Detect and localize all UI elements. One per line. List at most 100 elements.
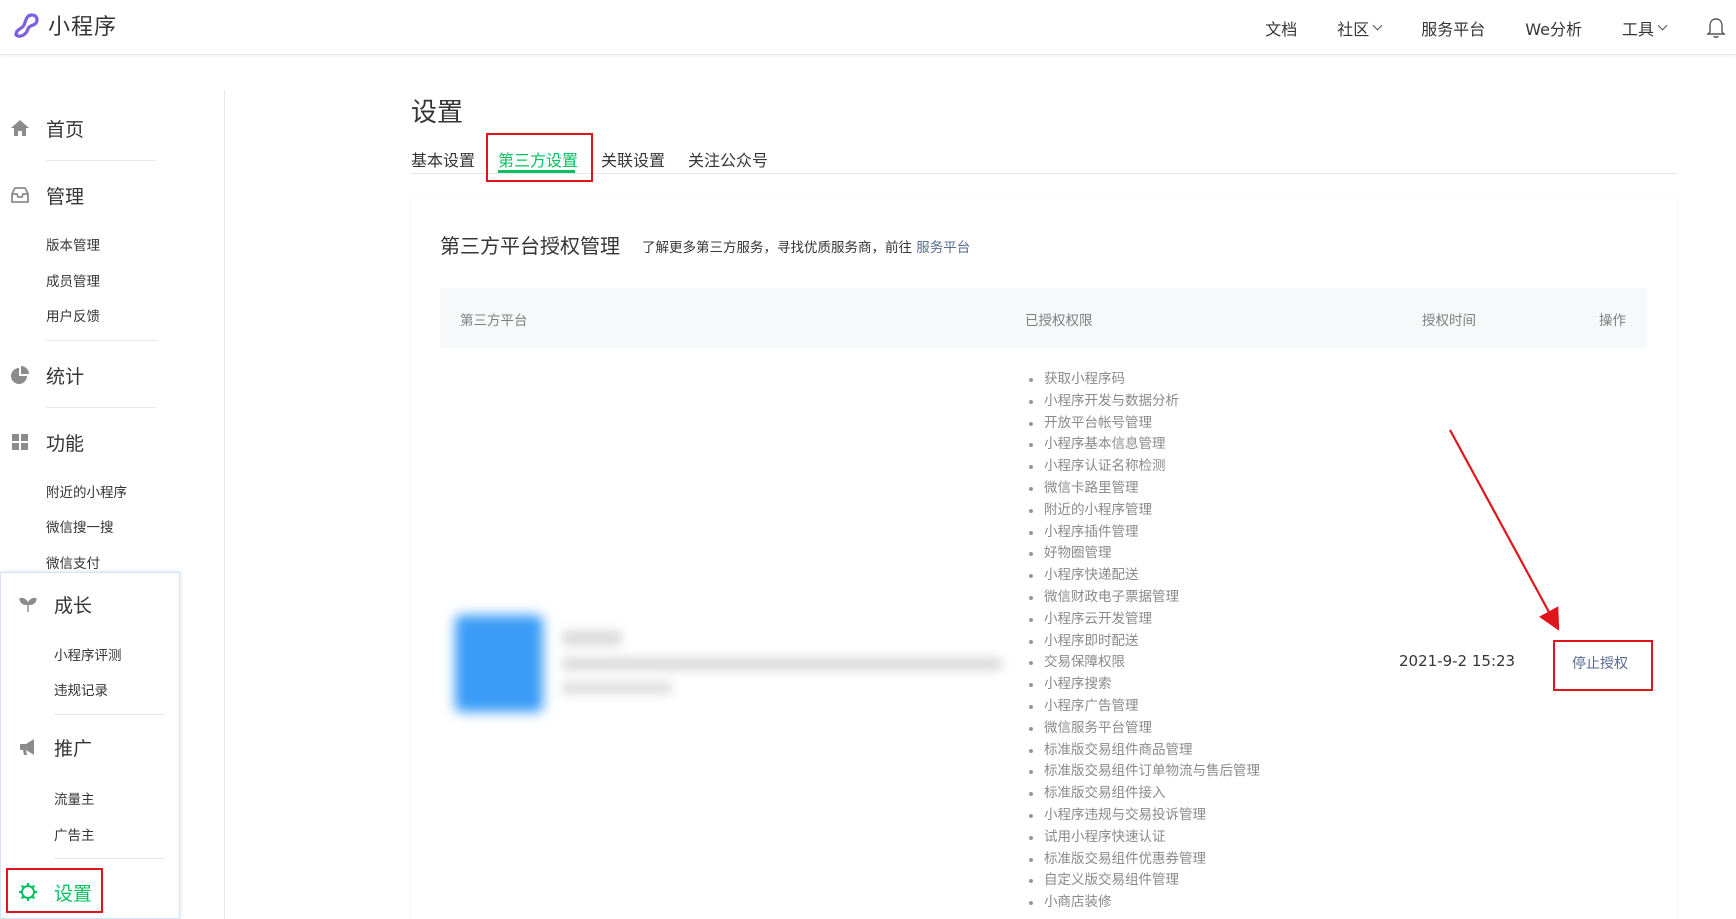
list-item: 小程序基本信息管理 — [1026, 434, 1260, 456]
th-auth-time: 授权时间 — [1422, 313, 1476, 329]
nav-tools[interactable]: 工具 — [1621, 16, 1668, 40]
list-item: 微信卡路里管理 — [1026, 478, 1260, 500]
nav-community[interactable]: 社区 — [1337, 16, 1383, 40]
sidebar-item-search[interactable]: 微信搜一搜 — [46, 516, 114, 536]
tab-basic-settings[interactable]: 基本设置 — [411, 147, 475, 171]
sidebar-item-label: 首页 — [46, 118, 85, 141]
list-item: 小程序搜索 — [1026, 674, 1260, 696]
list-item: 交易保障权限 — [1026, 652, 1260, 674]
nav-tools-label: 工具 — [1621, 19, 1654, 39]
top-bar: 小程序 文档 社区 服务平台 We分析 工具 — [0, 0, 1736, 55]
list-item: 小程序即时配送 — [1026, 631, 1260, 653]
sidebar-item-label: 推广 — [54, 737, 93, 760]
list-item: 小程序广告管理 — [1026, 696, 1260, 718]
list-item: 自定义版交易组件管理 — [1026, 870, 1260, 892]
list-item: 小商店装修 — [1026, 892, 1260, 914]
list-item: 小程序插件管理 — [1026, 522, 1260, 544]
divider — [46, 407, 156, 408]
sidebar-item-label: 统计 — [46, 365, 85, 388]
app-desc-blurred — [562, 657, 1002, 671]
megaphone-icon — [20, 739, 34, 755]
list-item: 标准版交易组件优惠券管理 — [1026, 849, 1260, 871]
grid-icon — [12, 434, 28, 450]
list-item: 微信服务平台管理 — [1026, 718, 1260, 740]
sidebar-item-traffic-owner[interactable]: 流量主 — [54, 788, 95, 808]
list-item: 标准版交易组件接入 — [1026, 783, 1260, 805]
sidebar-item-label: 成长 — [54, 594, 93, 617]
annotation-box-settings — [6, 868, 103, 913]
divider — [54, 858, 164, 859]
sidebar-item-growth[interactable]: 成长 — [0, 589, 225, 619]
top-nav: 文档 社区 服务平台 We分析 工具 — [1265, 0, 1736, 55]
sidebar-item-advertiser[interactable]: 广告主 — [54, 824, 95, 844]
divider — [54, 714, 164, 715]
app-name: 小程序 — [48, 15, 118, 40]
auth-time: 2021-9-2 15:23 — [1399, 652, 1516, 670]
sidebar-divider — [224, 90, 225, 919]
list-item: 附近的小程序管理 — [1026, 500, 1260, 522]
sidebar-item-label: 功能 — [46, 432, 85, 455]
sidebar-item-members[interactable]: 成员管理 — [46, 270, 100, 290]
list-item: 小程序违规与交易投诉管理 — [1026, 805, 1260, 827]
annotation-box-tab — [486, 133, 593, 182]
card-description: 了解更多第三方服务，寻找优质服务商，前往 服务平台 — [642, 236, 970, 256]
th-platform: 第三方平台 — [460, 313, 528, 329]
nav-we-label: We分析 — [1525, 19, 1582, 39]
list-item: 标准版交易组件订单物流与售后管理 — [1026, 761, 1260, 783]
annotation-arrow — [1449, 429, 1560, 631]
miniprogram-logo-icon — [14, 13, 39, 38]
list-item: 获取小程序码 — [1026, 369, 1260, 391]
sidebar-item-violations[interactable]: 违规记录 — [54, 679, 108, 699]
tab-link-settings[interactable]: 关联设置 — [601, 147, 665, 171]
nav-service-platform[interactable]: 服务平台 — [1421, 16, 1485, 40]
tab-bar: 基本设置 第三方设置 关联设置 关注公众号 — [411, 140, 1677, 174]
sidebar-item-promote[interactable]: 推广 — [0, 732, 225, 762]
page-title: 设置 — [411, 98, 464, 128]
annotation-box-action — [1553, 640, 1653, 691]
sidebar-item-home[interactable]: 首页 — [0, 113, 225, 143]
sprout-icon — [19, 597, 37, 612]
pie-chart-icon — [11, 366, 29, 384]
th-permissions: 已授权权限 — [1025, 313, 1093, 329]
nav-docs-label: 文档 — [1265, 19, 1298, 39]
list-item: 小程序开发与数据分析 — [1026, 391, 1260, 413]
bell-icon[interactable] — [1706, 17, 1726, 39]
nav-service-label: 服务平台 — [1421, 19, 1486, 39]
divider — [46, 340, 156, 341]
app-name-blurred — [562, 630, 622, 646]
table-header: 第三方平台 已授权权限 授权时间 操作 — [440, 288, 1647, 348]
nav-docs[interactable]: 文档 — [1265, 16, 1297, 40]
sidebar-item-feedback[interactable]: 用户反馈 — [46, 305, 100, 325]
permission-list: 获取小程序码 小程序开发与数据分析 开放平台帐号管理 小程序基本信息管理 小程序… — [1026, 369, 1260, 914]
sidebar-item-review[interactable]: 小程序评测 — [54, 644, 122, 664]
divider — [46, 160, 156, 161]
sidebar-item-features[interactable]: 功能 — [0, 427, 225, 457]
service-platform-link[interactable]: 服务平台 — [916, 240, 970, 256]
list-item: 小程序快递配送 — [1026, 565, 1260, 587]
chevron-down-icon — [1657, 20, 1668, 31]
tab-follow-official-account[interactable]: 关注公众号 — [688, 147, 768, 171]
card-desc-text: 了解更多第三方服务，寻找优质服务商，前往 — [642, 240, 912, 256]
home-icon — [11, 120, 29, 136]
list-item: 微信财政电子票据管理 — [1026, 587, 1260, 609]
nav-we-analysis[interactable]: We分析 — [1525, 16, 1582, 40]
list-item: 小程序云开发管理 — [1026, 609, 1260, 631]
list-item: 开放平台帐号管理 — [1026, 413, 1260, 435]
sidebar-item-manage[interactable]: 管理 — [0, 180, 225, 210]
list-item: 好物圈管理 — [1026, 543, 1260, 565]
chevron-down-icon — [1372, 20, 1383, 31]
sidebar-item-nearby[interactable]: 附近的小程序 — [46, 481, 127, 501]
app-desc-blurred — [562, 682, 672, 694]
sidebar-item-label: 管理 — [46, 185, 85, 208]
list-item: 小程序认证名称检测 — [1026, 456, 1260, 478]
sidebar-item-version[interactable]: 版本管理 — [46, 234, 100, 254]
logo[interactable]: 小程序 — [10, 9, 117, 41]
app-avatar-blurred — [455, 615, 543, 712]
inbox-icon — [11, 187, 29, 203]
th-action: 操作 — [1599, 313, 1626, 329]
sidebar-item-stats[interactable]: 统计 — [0, 360, 225, 390]
nav-community-label: 社区 — [1337, 19, 1370, 39]
card-title: 第三方平台授权管理 — [440, 234, 620, 258]
sidebar-item-pay[interactable]: 微信支付 — [46, 552, 100, 572]
list-item: 标准版交易组件商品管理 — [1026, 740, 1260, 762]
